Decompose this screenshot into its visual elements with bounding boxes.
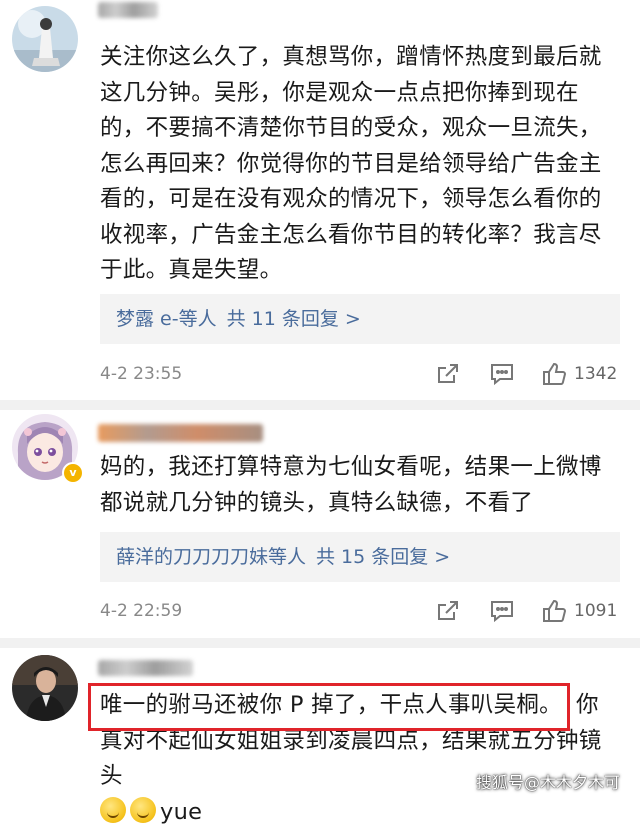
watermark: 搜狐号@木木夕木可 (475, 773, 620, 792)
share-icon[interactable] (434, 597, 462, 625)
comment-icon[interactable] (488, 597, 516, 625)
divider (0, 400, 640, 410)
avatar[interactable] (12, 655, 78, 721)
replies-link[interactable]: 梦露 e-等人共 11 条回复 > (100, 294, 620, 344)
emoji-sweat-icon (100, 796, 126, 823)
reply-count: 共 15 条回复 > (316, 546, 451, 568)
comment-text-tail: 你 (575, 692, 599, 718)
username-redacted (98, 2, 158, 18)
like-count: 1091 (574, 601, 618, 621)
emoji-suffix: yue (160, 798, 203, 825)
reply-users: 梦露 e-等人 (116, 308, 217, 330)
comment-text: 关注你这么久了，真想骂你，蹭情怀热度到最后就这几分钟。吴彤，你是观众一点点把你捧… (100, 44, 602, 283)
emoji-sweat-icon (130, 796, 156, 823)
comment-item-1: 关注你这么久了，真想骂你，蹭情怀热度到最后就这几分钟。吴彤，你是观众一点点把你捧… (0, 0, 640, 400)
avatar[interactable] (12, 6, 78, 72)
username-redacted (98, 424, 263, 442)
comment-meta: 4-2 22:59 1091 (100, 597, 620, 627)
username-redacted (98, 660, 193, 676)
reply-count: 共 11 条回复 > (226, 308, 361, 330)
comment-icon[interactable] (488, 360, 516, 388)
like-icon[interactable] (540, 597, 568, 625)
like-icon[interactable] (540, 360, 568, 388)
comment-time: 4-2 22:59 (100, 601, 183, 621)
comment-time: 4-2 23:55 (100, 364, 183, 384)
divider (0, 638, 640, 648)
reply-users: 薛洋的刀刀刀刀妹等人 (116, 546, 307, 568)
replies-link[interactable]: 薛洋的刀刀刀刀妹等人共 15 条回复 > (100, 532, 620, 582)
comment-text: 妈的，我还打算特意为七仙女看呢，结果一上微博都说就几分钟的镜头，真特么缺德，不看… (100, 454, 602, 516)
comment-meta: 4-2 23:55 1342 (100, 360, 620, 390)
like-count: 1342 (574, 364, 618, 384)
verified-badge-icon: v (62, 462, 84, 484)
highlight-box (88, 683, 570, 731)
share-icon[interactable] (434, 360, 462, 388)
